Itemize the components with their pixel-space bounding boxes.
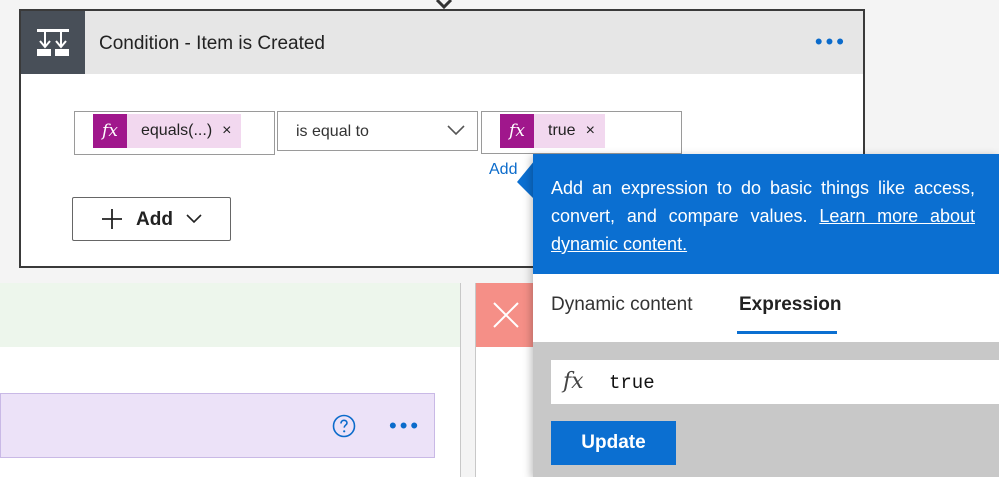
condition-branch-icon [37, 28, 69, 56]
popup-info-banner: Add an expression to do basic things lik… [533, 154, 999, 274]
tab-expression[interactable]: Expression [739, 294, 841, 316]
help-icon[interactable] [332, 414, 356, 438]
action-card[interactable]: ••• [0, 393, 435, 458]
condition-header[interactable]: Condition - Item is Created ••• [21, 11, 863, 74]
if-yes-branch: ••• [0, 283, 461, 477]
operator-dropdown[interactable]: is equal to [277, 111, 478, 151]
left-token-remove-button[interactable]: × [222, 122, 231, 140]
left-expression-token[interactable]: fx equals(...) × [93, 114, 242, 148]
chevron-down-icon [186, 214, 202, 224]
function-icon: fx [500, 114, 534, 148]
left-operand-field[interactable]: fx equals(...) × [74, 111, 275, 155]
condition-icon [21, 11, 85, 74]
active-tab-indicator [737, 331, 837, 334]
expression-input[interactable]: fx true [551, 360, 999, 404]
action-more-options-button[interactable]: ••• [389, 413, 421, 439]
right-token-remove-button[interactable]: × [586, 122, 595, 140]
condition-title: Condition - Item is Created [99, 33, 325, 54]
if-yes-header[interactable] [0, 283, 460, 347]
add-button-label: Add [136, 209, 173, 230]
right-operand-field[interactable]: fx true × [481, 111, 682, 154]
popup-caret [517, 160, 535, 200]
chevron-down-icon [447, 125, 465, 136]
function-icon: fx [563, 369, 584, 394]
right-expression-token[interactable]: fx true × [500, 114, 605, 148]
update-button[interactable]: Update [551, 421, 676, 465]
expression-value: true [609, 372, 655, 394]
right-token-label: true [548, 122, 576, 139]
condition-more-options-button[interactable]: ••• [815, 29, 847, 55]
dynamic-content-popup: Add an expression to do basic things lik… [533, 154, 999, 477]
add-row-button[interactable]: Add [72, 197, 231, 241]
expression-editor-area: fx true Update [533, 342, 999, 477]
if-no-header[interactable] [476, 283, 536, 347]
tab-dynamic-content[interactable]: Dynamic content [551, 294, 693, 316]
operator-value: is equal to [296, 123, 369, 140]
close-icon [493, 302, 519, 328]
left-token-label: equals(...) [141, 122, 213, 139]
add-dynamic-content-link[interactable]: Add [489, 161, 517, 179]
function-icon: fx [93, 114, 127, 148]
plus-icon [102, 209, 122, 229]
